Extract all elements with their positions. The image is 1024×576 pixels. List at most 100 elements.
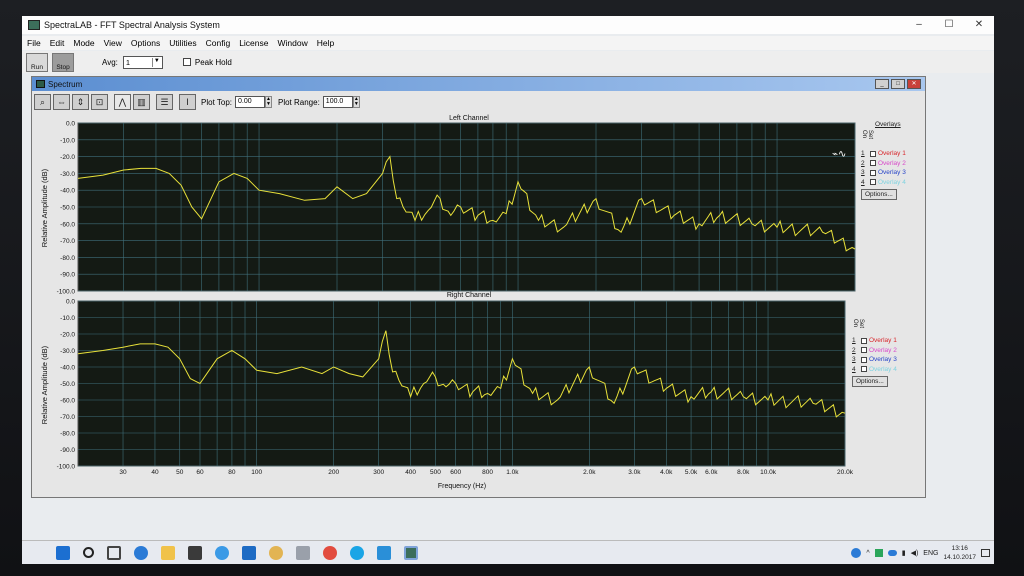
internet-explorer-icon[interactable]	[215, 545, 229, 560]
spectralab-taskbar-icon[interactable]	[404, 545, 418, 560]
overlay-row[interactable]: 2 Overlay 2	[861, 159, 906, 169]
edge-icon[interactable]	[134, 545, 148, 560]
app-icon[interactable]	[269, 545, 283, 560]
stop-button[interactable]: Stop	[52, 52, 74, 72]
y-tick-label: -20.0	[60, 332, 75, 339]
close-icon[interactable]: ✕	[907, 79, 921, 89]
close-icon[interactable]: ✕	[964, 16, 994, 34]
plot-range-spinner[interactable]: ▲ ▼	[352, 96, 360, 108]
task-view-icon[interactable]	[107, 545, 121, 560]
spectrum-plots[interactable]: Left Channel 0.0 -10.0 -20.0 -30.0 -40.0 -50.…	[32, 113, 925, 498]
cursor-icon[interactable]: I	[179, 94, 196, 110]
minimize-icon[interactable]: _	[875, 79, 889, 89]
overlay-set-button[interactable]: 3	[852, 356, 859, 363]
overlay-set-button[interactable]: 2	[861, 160, 868, 167]
overlay-checkbox[interactable]	[870, 160, 876, 167]
chevron-up-icon[interactable]: ^	[866, 550, 869, 557]
menu-edit[interactable]: Edit	[50, 36, 65, 50]
plot-top-input[interactable]: 0.00	[234, 96, 265, 108]
language-indicator[interactable]: ENG	[923, 550, 938, 557]
overlay-checkbox[interactable]	[861, 356, 867, 363]
overlay-label: Overlay 1	[869, 337, 897, 345]
overlay-row[interactable]: 3 Overlay 3	[861, 168, 906, 178]
plot-range-label: Plot Range:	[277, 97, 320, 107]
overlay-row[interactable]: 2 Overlay 2	[852, 346, 897, 356]
left-options-button[interactable]: Options...	[861, 189, 897, 200]
overlay-checkbox[interactable]	[861, 366, 867, 373]
zoom-x-icon[interactable]: ⇔	[53, 94, 70, 110]
maximize-icon[interactable]: □	[891, 79, 905, 89]
line-plot-icon[interactable]: ⋀	[114, 94, 131, 110]
overlay-checkbox[interactable]	[870, 169, 876, 176]
menu-window[interactable]: Window	[278, 36, 308, 50]
overlay-set-button[interactable]: 3	[861, 169, 868, 176]
table-icon[interactable]: ☰	[156, 94, 173, 110]
y-tick-label: -80.0	[60, 255, 75, 262]
overlay-row[interactable]: 4 Overlay 4	[861, 178, 906, 188]
overlay-set-button[interactable]: 2	[852, 347, 859, 354]
overlay-label: Overlay 2	[878, 159, 906, 167]
overlay-row[interactable]: 3 Overlay 3	[852, 355, 897, 365]
overlay-set-button[interactable]: 1	[852, 337, 859, 344]
avg-select[interactable]: 1 ▼	[122, 55, 163, 69]
windows-start-icon[interactable]	[56, 545, 70, 560]
minimize-icon[interactable]: –	[904, 16, 934, 34]
menu-license[interactable]: License	[239, 36, 268, 50]
x-tick-label: 50	[176, 469, 184, 476]
window-controls: – ☐ ✕	[904, 16, 994, 34]
menu-view[interactable]: View	[104, 36, 122, 50]
y-tick-label: -10.0	[60, 137, 75, 144]
overlay-checkbox[interactable]	[870, 150, 876, 157]
peak-hold-option[interactable]: Peak Hold	[182, 58, 232, 67]
overlay-label: Overlay 1	[878, 150, 906, 158]
plot-range-input[interactable]: 100.0	[322, 96, 353, 108]
menu-file[interactable]: File	[27, 36, 41, 50]
mail-icon[interactable]	[296, 545, 310, 560]
volume-icon[interactable]: ◀)	[911, 549, 919, 557]
x-tick-label: 2.0k	[583, 469, 596, 476]
on-label: On	[852, 319, 858, 328]
overlay-checkbox[interactable]	[861, 347, 867, 354]
zoom-y-icon[interactable]: ⇕	[72, 94, 89, 110]
overlay-row[interactable]: 4 Overlay 4	[852, 365, 897, 375]
skype-business-icon[interactable]	[377, 545, 391, 560]
tray-app-icon[interactable]	[874, 549, 883, 557]
maximize-icon[interactable]: ☐	[934, 16, 964, 34]
waveform-tool-icon[interactable]: ⌁∿	[832, 149, 846, 160]
overlay-checkbox[interactable]	[861, 337, 867, 344]
menu-utilities[interactable]: Utilities	[169, 36, 196, 50]
menu-mode[interactable]: Mode	[73, 36, 94, 50]
outlook-icon[interactable]	[242, 545, 256, 560]
overlay-row[interactable]: 1 Overlay 1	[852, 336, 897, 346]
plot-top-spinner[interactable]: ▲ ▼	[264, 96, 272, 108]
store-icon[interactable]	[188, 545, 202, 560]
x-tick-label: 5.0k	[685, 469, 698, 476]
overlay-set-button[interactable]: 1	[861, 150, 868, 157]
spectrum-window-icon	[36, 80, 45, 88]
menu-config[interactable]: Config	[206, 36, 231, 50]
skype-icon[interactable]	[350, 545, 364, 560]
bar-plot-icon[interactable]: ▥	[133, 94, 150, 110]
overlay-label: Overlay 2	[869, 346, 897, 354]
overlay-checkbox[interactable]	[870, 179, 876, 186]
overlay-set-button[interactable]: 4	[861, 179, 868, 186]
menu-help[interactable]: Help	[317, 36, 334, 50]
onedrive-icon[interactable]	[887, 550, 897, 556]
peak-hold-checkbox[interactable]	[182, 58, 191, 66]
y-tick-label: -60.0	[60, 221, 75, 228]
overlay-set-button[interactable]: 4	[852, 366, 859, 373]
run-button[interactable]: Run	[26, 52, 48, 72]
zoom-icon[interactable]: ⌕	[34, 94, 51, 110]
notifications-icon[interactable]	[981, 549, 990, 557]
zoom-reset-icon[interactable]: ⊡	[91, 94, 108, 110]
clock[interactable]: 13:16 14.10.2017	[943, 544, 976, 562]
help-icon[interactable]	[851, 548, 862, 558]
menu-options[interactable]: Options	[131, 36, 160, 50]
overlay-row[interactable]: 1 Overlay 1	[861, 149, 906, 159]
file-explorer-icon[interactable]	[161, 545, 175, 560]
chrome-icon[interactable]	[323, 545, 337, 560]
y-tick-label: -50.0	[60, 381, 75, 388]
search-icon[interactable]	[83, 547, 94, 558]
right-options-button[interactable]: Options...	[852, 376, 888, 387]
network-icon[interactable]: ▮	[902, 549, 906, 557]
